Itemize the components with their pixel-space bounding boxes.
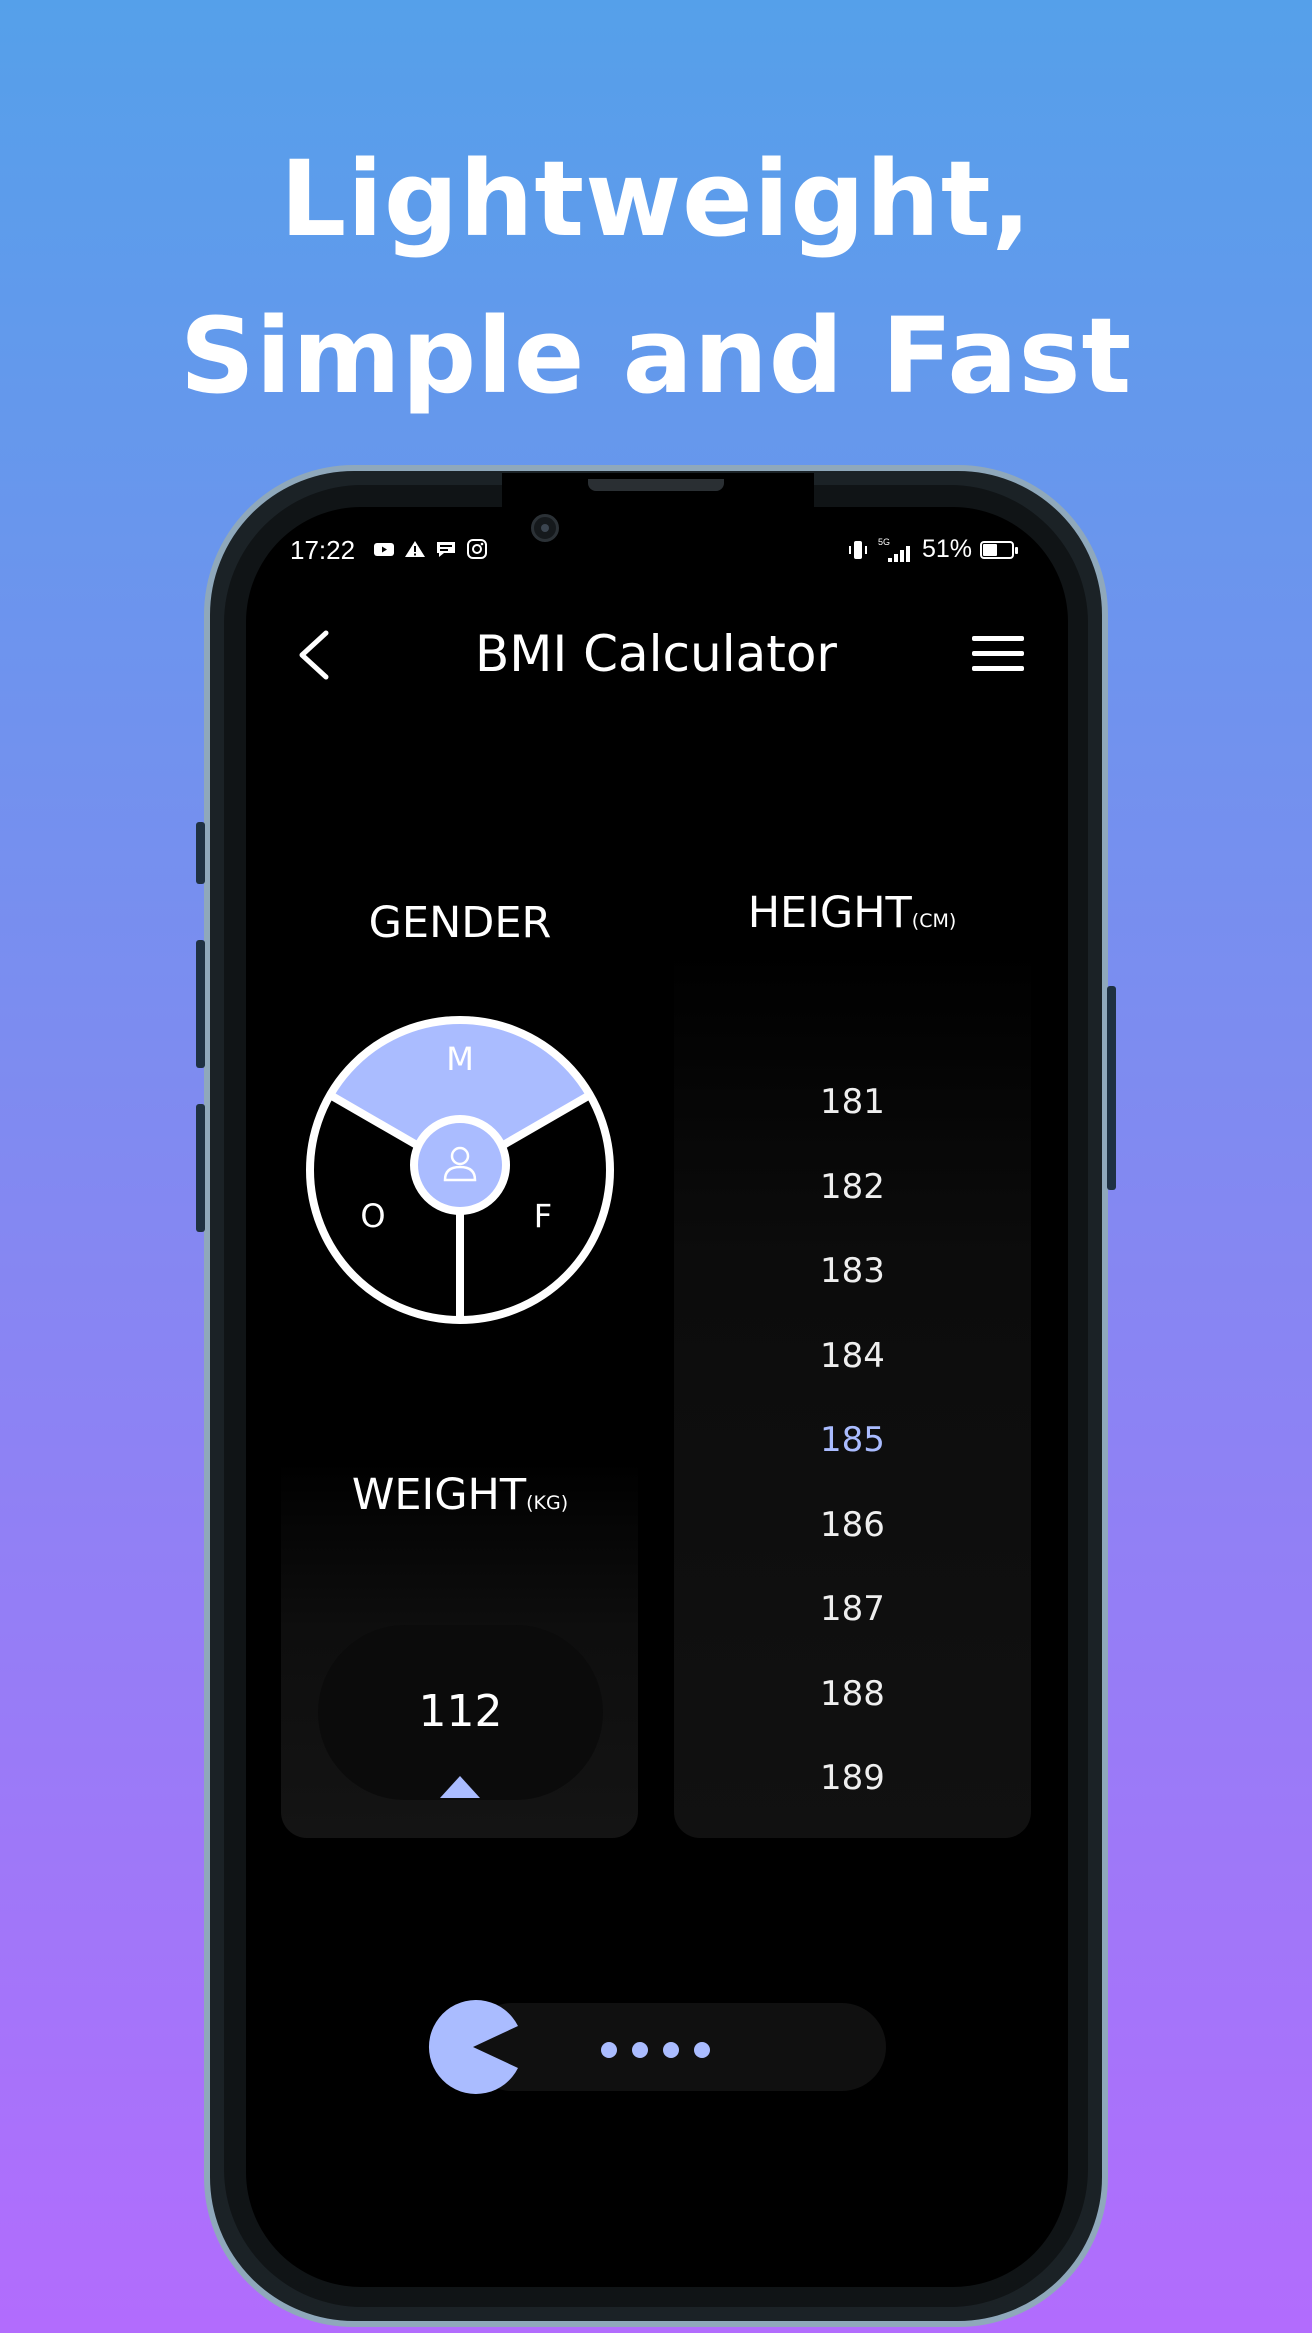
status-right-icons: 5G 51% (846, 535, 1019, 564)
network-label: 5G (878, 537, 890, 547)
hamburger-menu-icon[interactable] (972, 636, 1024, 676)
volume-down-button (196, 1104, 205, 1232)
page-title: BMI Calculator (475, 625, 837, 683)
weight-value: 112 (418, 1686, 503, 1737)
headline-line-2: Simple and Fast (179, 295, 1133, 417)
slider-dots (601, 2042, 710, 2058)
pacman-slider-knob-icon[interactable] (426, 2000, 520, 2094)
weight-unit: (KG) (526, 1492, 569, 1514)
gender-option-f: F (534, 1197, 552, 1235)
signal-5g-icon: 5G (878, 537, 910, 562)
volume-up-button (196, 940, 205, 1068)
front-camera (531, 514, 559, 542)
earpiece-speaker (588, 479, 724, 491)
height-option[interactable]: 184 (674, 1314, 1031, 1399)
height-option[interactable]: 185 (674, 1398, 1031, 1483)
battery-icon (980, 540, 1019, 559)
height-unit: (CM) (911, 910, 957, 932)
youtube-icon (374, 543, 394, 556)
alert-icon (405, 541, 425, 557)
height-option[interactable]: 183 (674, 1229, 1031, 1314)
vibrate-icon (849, 540, 867, 559)
height-option[interactable]: 182 (674, 1145, 1031, 1230)
gender-option-m: M (446, 1040, 474, 1078)
height-option[interactable]: 186 (674, 1483, 1031, 1568)
weight-label: WEIGHT(KG) (351, 1470, 569, 1520)
battery-percent: 51% (922, 535, 973, 563)
back-arrow-icon[interactable] (290, 625, 340, 685)
height-option[interactable]: 181 (674, 1060, 1031, 1145)
status-time: 17:22 (290, 535, 356, 565)
power-button (1107, 986, 1116, 1190)
message-icon (437, 542, 455, 557)
gender-label: GENDER (368, 898, 552, 948)
height-option[interactable]: 189 (674, 1736, 1031, 1821)
silent-switch (196, 822, 205, 884)
headline-line-1: Lightweight, (279, 138, 1033, 260)
weight-pointer-icon (440, 1776, 480, 1798)
height-picker-list[interactable]: 181 182 183 184 185 186 187 188 189 (674, 1060, 1031, 1821)
gender-option-o: O (360, 1197, 385, 1235)
height-option[interactable]: 188 (674, 1652, 1031, 1737)
height-option[interactable]: 187 (674, 1567, 1031, 1652)
instagram-icon (467, 539, 487, 559)
height-label: HEIGHT(CM) (747, 888, 957, 938)
notification-icons (373, 539, 488, 559)
gender-selector-wheel[interactable]: M F O (305, 1015, 615, 1325)
